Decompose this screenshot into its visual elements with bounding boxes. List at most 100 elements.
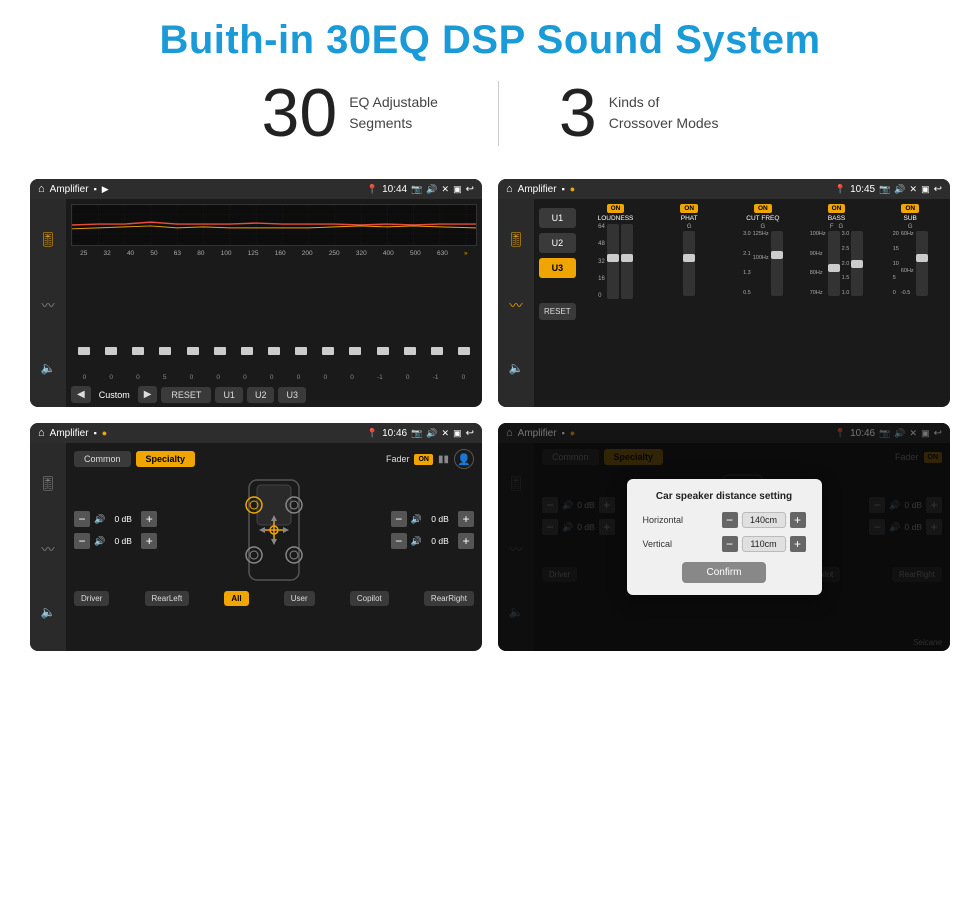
cross-dot-icon: ●: [570, 184, 575, 194]
fl-plus[interactable]: +: [141, 511, 157, 527]
stat-eq-number: 30: [262, 79, 338, 147]
dialog-horizontal-row: Horizontal − 140cm +: [643, 512, 806, 528]
distance-screen: ⌂ Amplifier ▪ ● 📍 10:46 📷 🔊 ✕ ▣ ↩ 🎚 〰 🔈: [498, 423, 950, 651]
specialty-tab[interactable]: Specialty: [136, 451, 196, 467]
fader-location-icon: 📍: [367, 428, 378, 439]
dialog-vertical-row: Vertical − 110cm +: [643, 536, 806, 552]
user-btn[interactable]: User: [284, 591, 315, 606]
fader-sidebar: 🎚 〰 🔈: [30, 443, 66, 651]
eq-chart: [71, 204, 477, 246]
cross-reset-btn[interactable]: RESET: [539, 303, 576, 320]
cross-u1-btn[interactable]: U1: [539, 208, 576, 228]
eq-camera-icon: 📷: [411, 184, 422, 195]
channel-loudness: ON LOUDNESS 644832160: [581, 204, 651, 402]
car-diagram: [165, 475, 383, 585]
fl-minus[interactable]: −: [74, 511, 90, 527]
cross-wave-icon[interactable]: 〰: [509, 295, 522, 314]
horizontal-label: Horizontal: [643, 515, 684, 525]
channel-cutfreq: ON CUT FREQ G 3.02.11.30.5 125Hz100Hz: [728, 204, 798, 402]
rl-minus[interactable]: −: [74, 533, 90, 549]
eq-u1-btn[interactable]: U1: [215, 387, 243, 403]
eq-back-icon[interactable]: ↩: [466, 184, 474, 195]
fr-minus[interactable]: −: [391, 511, 407, 527]
eq-status-bar: ⌂ Amplifier ▪ ▶ 📍 10:44 📷 🔊 ✕ ▣ ↩: [30, 179, 482, 199]
fader-vol-icon: 🔊: [426, 428, 437, 439]
cross-u2-btn[interactable]: U2: [539, 233, 576, 253]
eq-screen-title: Amplifier: [50, 184, 89, 195]
eq-location-icon: 📍: [367, 184, 378, 195]
eq-tune-icon[interactable]: 🎚: [39, 231, 57, 248]
cross-back-icon[interactable]: ↩: [934, 184, 942, 195]
copilot-btn[interactable]: Copilot: [350, 591, 389, 606]
eq-vol2-icon[interactable]: 🔈: [41, 361, 56, 375]
vertical-minus[interactable]: −: [722, 536, 738, 552]
cross-camera-icon: 📷: [879, 184, 890, 195]
cross-window-icon: ▣: [921, 184, 930, 195]
cross-home-icon[interactable]: ⌂: [506, 183, 513, 195]
fr-plus[interactable]: +: [458, 511, 474, 527]
cross-u3-btn[interactable]: U3: [539, 258, 576, 278]
stat-crossover-label: Kinds ofCrossover Modes: [609, 92, 719, 134]
home-icon[interactable]: ⌂: [38, 183, 45, 195]
rearright-btn[interactable]: RearRight: [424, 591, 474, 606]
eq-screen: ⌂ Amplifier ▪ ▶ 📍 10:44 📷 🔊 ✕ ▣ ↩ 🎚 〰 🔈: [30, 179, 482, 407]
common-tab[interactable]: Common: [74, 451, 131, 467]
confirm-button[interactable]: Confirm: [682, 562, 765, 583]
eq-u3-btn[interactable]: U3: [278, 387, 306, 403]
fader-vol2-icon[interactable]: 🔈: [41, 605, 56, 619]
fader-window-icon: ▣: [453, 428, 462, 439]
cross-vol2-icon[interactable]: 🔈: [509, 361, 524, 375]
channel-phat: ON PHAT G: [654, 204, 724, 402]
fader-dot-icon: ●: [102, 428, 107, 438]
fader-tune-icon[interactable]: 🎚: [39, 475, 57, 492]
all-btn[interactable]: All: [224, 591, 248, 606]
vertical-plus[interactable]: +: [790, 536, 806, 552]
page-title: Buith-in 30EQ DSP Sound System: [0, 18, 980, 63]
fader-label: Fader: [386, 454, 410, 464]
eq-freq-labels: 253240506380100 125160200250320400500630…: [71, 250, 477, 257]
horizontal-plus[interactable]: +: [790, 512, 806, 528]
fader-x-icon[interactable]: ✕: [442, 428, 450, 439]
rearleft-btn[interactable]: RearLeft: [145, 591, 190, 606]
rr-minus[interactable]: −: [391, 533, 407, 549]
driver-btn[interactable]: Driver: [74, 591, 109, 606]
fader-rec-icon: ▪: [94, 428, 97, 438]
cross-tune-icon[interactable]: 🎚: [507, 231, 525, 248]
cross-location-icon: 📍: [835, 184, 846, 195]
eq-next-btn[interactable]: ▶: [138, 386, 158, 403]
dialog-overlay: Car speaker distance setting Horizontal …: [498, 423, 950, 651]
fader-back-icon[interactable]: ↩: [466, 428, 474, 439]
profile-icon[interactable]: 👤: [454, 449, 474, 469]
fader-home-icon[interactable]: ⌂: [38, 427, 45, 439]
dialog-title: Car speaker distance setting: [643, 491, 806, 502]
eq-faders: [71, 259, 477, 372]
cross-x-icon[interactable]: ✕: [910, 184, 918, 195]
vertical-label: Vertical: [643, 539, 673, 549]
horizontal-value: 140cm: [742, 512, 786, 528]
horizontal-minus[interactable]: −: [722, 512, 738, 528]
stats-row: 30 EQ AdjustableSegments 3 Kinds ofCross…: [0, 71, 980, 163]
eq-wave-icon[interactable]: 〰: [41, 295, 54, 314]
page-header: Buith-in 30EQ DSP Sound System: [0, 0, 980, 71]
cross-screen-title: Amplifier: [518, 184, 557, 195]
stat-eq: 30 EQ AdjustableSegments: [202, 79, 498, 147]
rl-plus[interactable]: +: [141, 533, 157, 549]
eq-x-icon[interactable]: ✕: [442, 184, 450, 195]
eq-reset-btn[interactable]: RESET: [161, 387, 211, 403]
eq-bottom-controls: ◀ Custom ▶ RESET U1 U2 U3: [71, 386, 477, 403]
eq-prev-btn[interactable]: ◀: [71, 386, 91, 403]
screens-grid: ⌂ Amplifier ▪ ▶ 📍 10:44 📷 🔊 ✕ ▣ ↩ 🎚 〰 🔈: [0, 163, 980, 651]
fader-wave-icon[interactable]: 〰: [41, 539, 54, 558]
eq-record-icon: ▪: [94, 184, 97, 194]
channel-sub: ON SUB G 20151050 60Hz60Hz-0.5: [875, 204, 945, 402]
eq-play-icon[interactable]: ▶: [102, 184, 109, 195]
fader-controls-icon: ▮▮: [438, 454, 449, 465]
cross-time: 10:45: [850, 184, 875, 195]
eq-window-icon: ▣: [453, 184, 462, 195]
distance-dialog: Car speaker distance setting Horizontal …: [627, 479, 822, 595]
fader-screen-title: Amplifier: [50, 428, 89, 439]
rr-plus[interactable]: +: [458, 533, 474, 549]
eq-preset-label: Custom: [99, 390, 130, 400]
cross-vol-icon: 🔊: [894, 184, 905, 195]
eq-u2-btn[interactable]: U2: [247, 387, 275, 403]
